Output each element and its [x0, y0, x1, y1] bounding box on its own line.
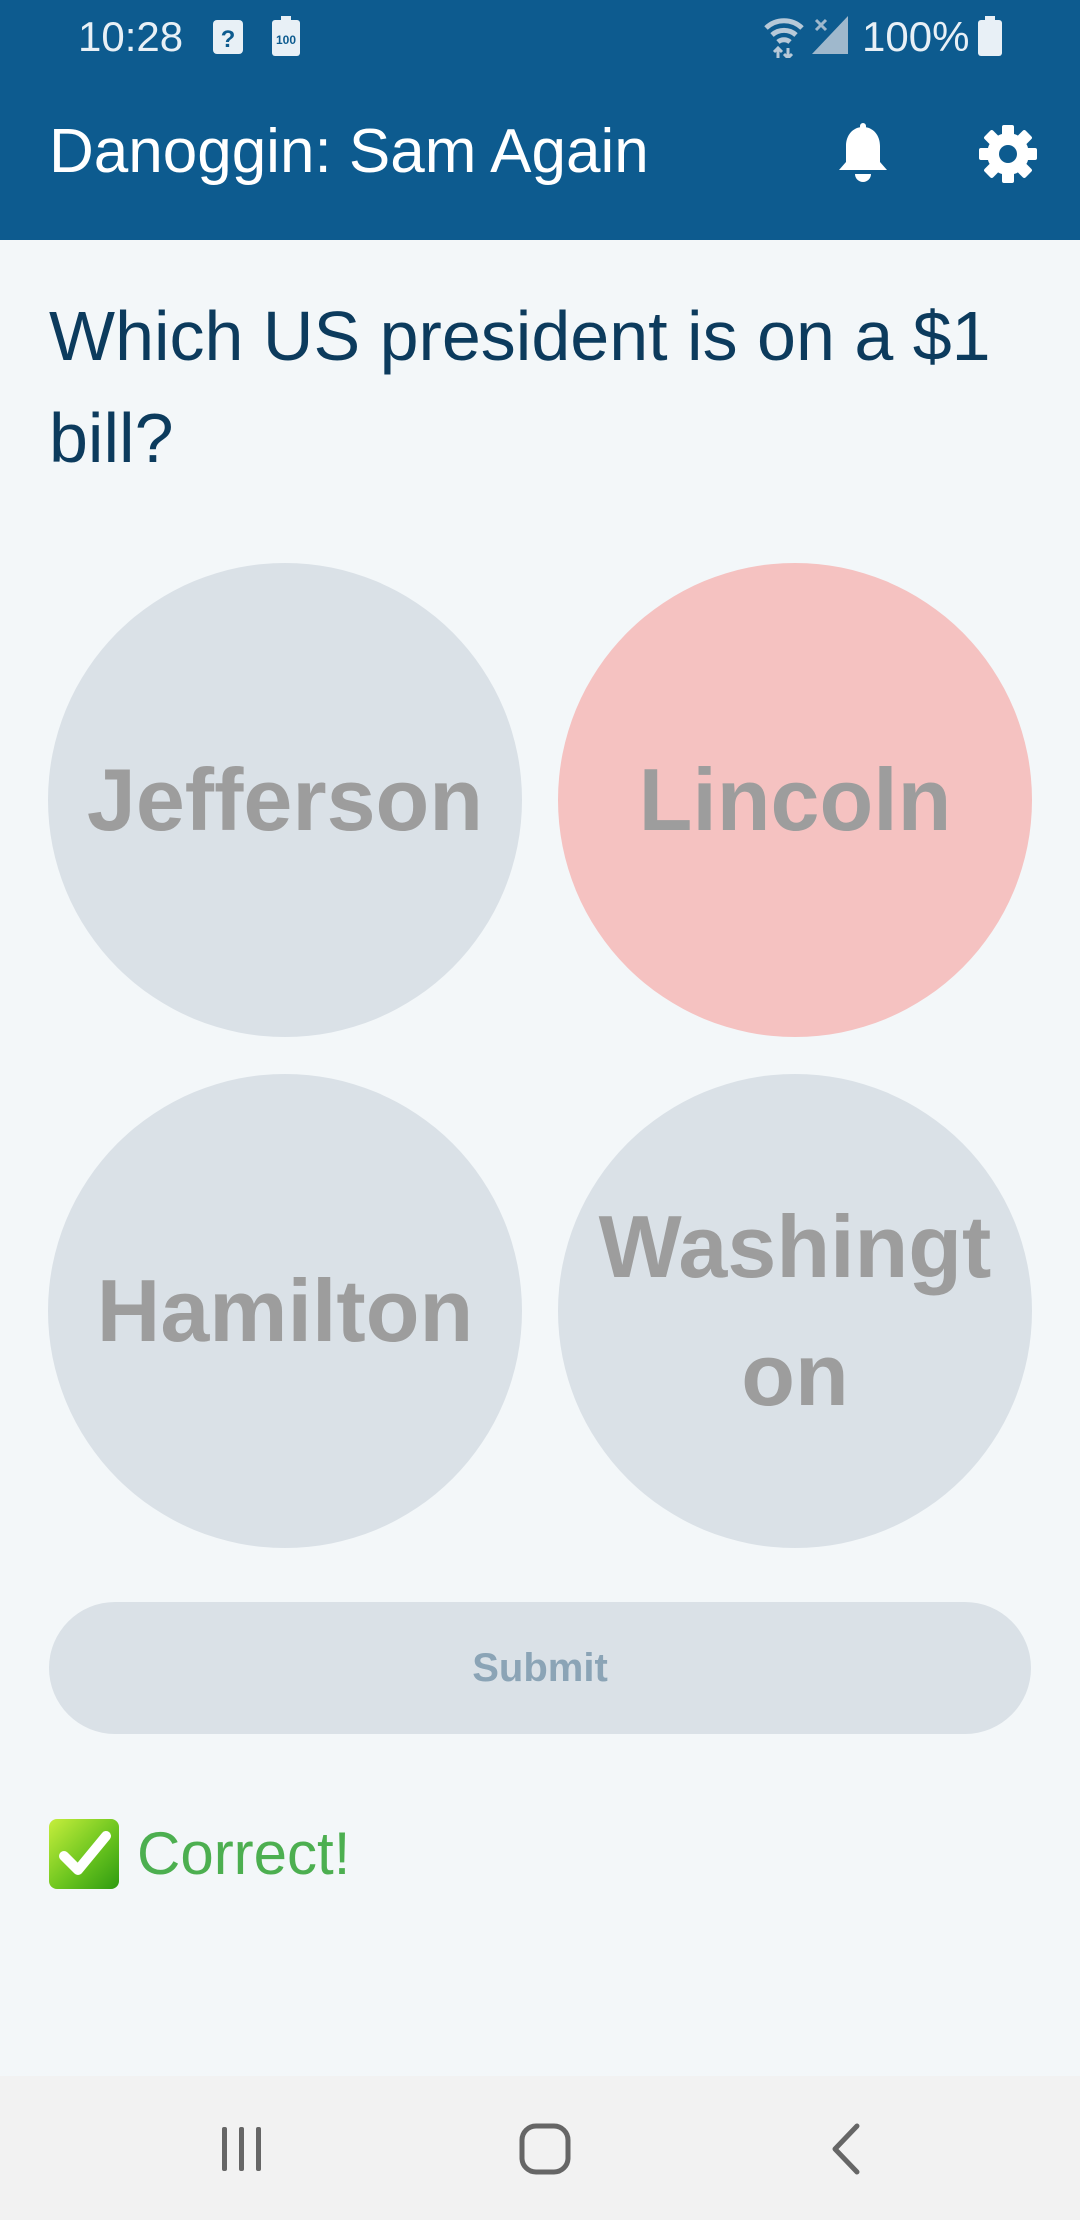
- feedback-text: Correct!: [137, 1820, 351, 1887]
- home-button[interactable]: [500, 2106, 590, 2196]
- choice-label: Jefferson: [86, 750, 484, 849]
- home-icon: [518, 2122, 572, 2181]
- feedback-message: Correct!: [49, 1818, 350, 1890]
- unknown-notification-icon: ?: [213, 16, 243, 61]
- back-icon: [827, 2122, 867, 2181]
- settings-button[interactable]: [968, 116, 1048, 196]
- battery-saver-icon: 100: [272, 16, 300, 63]
- wifi-icon: [764, 14, 804, 63]
- recent-apps-icon: [217, 2124, 267, 2179]
- choice-label: Washington: [598, 1197, 992, 1424]
- submit-button[interactable]: Submit: [49, 1602, 1031, 1734]
- notifications-button[interactable]: [823, 116, 903, 196]
- gear-icon: [977, 123, 1039, 190]
- choice-label: Lincoln: [638, 750, 952, 849]
- navigation-bar: [0, 2076, 1080, 2220]
- status-bar: 10:28 ? 100 100%: [0, 0, 1080, 74]
- choice-jefferson[interactable]: Jefferson: [48, 563, 522, 1037]
- app-bar: Danoggin: Sam Again: [0, 74, 1080, 240]
- battery-percent: 100%: [862, 13, 970, 60]
- back-button[interactable]: [802, 2106, 892, 2196]
- status-time: 10:28: [78, 13, 184, 60]
- signal-icon: [812, 16, 848, 59]
- battery-icon: [978, 16, 1002, 61]
- app-title: Danoggin: Sam Again: [49, 117, 649, 186]
- svg-text:?: ?: [221, 26, 236, 53]
- bell-icon: [835, 122, 891, 190]
- choice-washington[interactable]: Washington: [558, 1074, 1032, 1548]
- check-mark-icon: [49, 1819, 119, 1889]
- submit-label: Submit: [472, 1645, 608, 1690]
- choice-hamilton[interactable]: Hamilton: [48, 1074, 522, 1548]
- choice-label: Hamilton: [96, 1261, 474, 1360]
- question-text: Which US president is on a $1 bill?: [49, 297, 991, 477]
- svg-text:100: 100: [276, 33, 296, 47]
- recent-apps-button[interactable]: [197, 2106, 287, 2196]
- choice-lincoln[interactable]: Lincoln: [558, 563, 1032, 1037]
